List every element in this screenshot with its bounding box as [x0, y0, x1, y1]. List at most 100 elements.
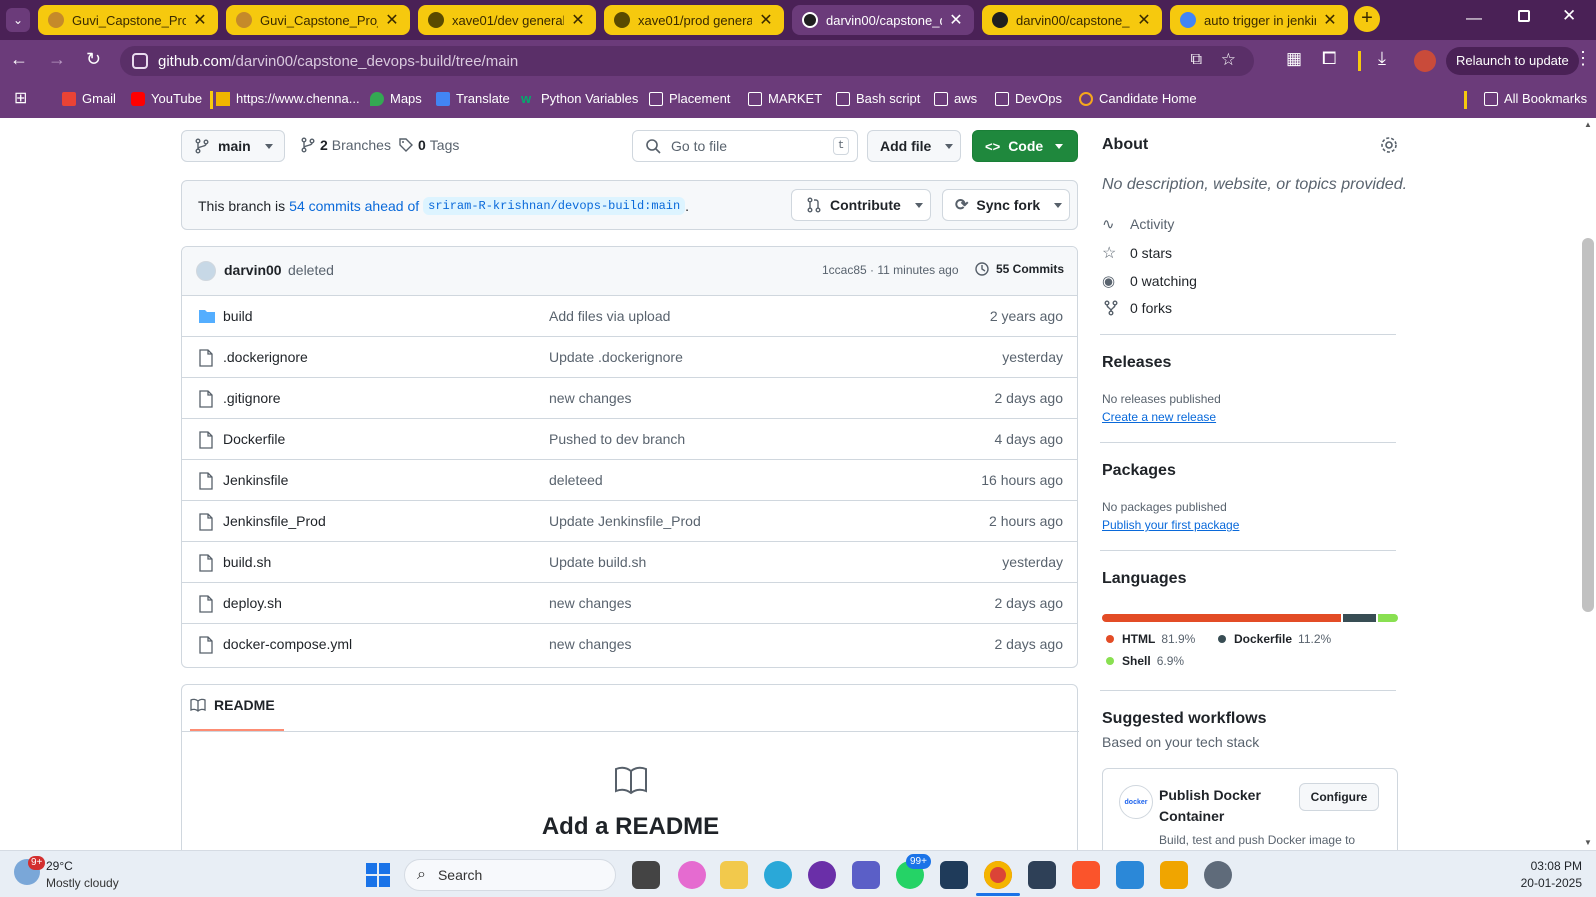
bookmark-gmail[interactable]: Gmail	[62, 91, 116, 106]
releases-title[interactable]: Releases	[1102, 354, 1171, 372]
bookmark-candidate-home[interactable]: Candidate Home	[1079, 91, 1197, 106]
commit-message-link[interactable]: Update build.sh	[549, 554, 646, 570]
language-item[interactable]: Shell 6.9%	[1106, 654, 1184, 668]
restore-button[interactable]	[1518, 10, 1530, 22]
commits-history-link[interactable]: 55 Commits	[974, 261, 1064, 277]
tab-search-button[interactable]: ⌄	[6, 8, 30, 32]
copilot-icon[interactable]	[678, 861, 706, 889]
file-name-link[interactable]: build.sh	[223, 554, 271, 570]
tab-github-active[interactable]: darvin00/capstone_dev ✕	[792, 5, 974, 35]
ahead-commits-link[interactable]: 54 commits ahead of	[289, 198, 419, 214]
network-tool-icon[interactable]	[1028, 861, 1056, 889]
clock-date[interactable]: 20-01-2025	[1500, 876, 1582, 890]
scroll-down-icon[interactable]: ▼	[1584, 838, 1592, 847]
bookmark-folder-bash[interactable]: Bash script	[836, 91, 920, 106]
brave-icon[interactable]	[1072, 861, 1100, 889]
table-row[interactable]: build Add files via upload 2 years ago	[182, 296, 1077, 336]
table-row[interactable]: Jenkinsfile deleteed 16 hours ago	[182, 460, 1077, 500]
forward-arrow-icon[interactable]: →	[48, 49, 66, 70]
notepad-icon[interactable]	[1116, 861, 1144, 889]
back-arrow-icon[interactable]: ←	[10, 49, 28, 70]
close-icon[interactable]: ✕	[570, 10, 586, 30]
file-explorer-icon[interactable]	[720, 861, 748, 889]
watching-link[interactable]: ◉ 0 watching	[1102, 272, 1197, 290]
commit-message-link[interactable]: deleteed	[549, 472, 603, 488]
go-to-file-input[interactable]: Go to file t	[632, 130, 858, 162]
language-item[interactable]: Dockerfile 11.2%	[1218, 632, 1331, 646]
close-icon[interactable]: ✕	[384, 10, 400, 30]
minimize-button[interactable]: —	[1466, 10, 1482, 28]
avatar[interactable]	[196, 261, 216, 281]
bookmark-youtube[interactable]: YouTube	[131, 91, 202, 106]
publish-package-link[interactable]: Publish your first package	[1102, 518, 1239, 532]
close-icon[interactable]: ✕	[948, 10, 964, 30]
settings-gear-icon[interactable]	[1204, 861, 1232, 889]
apps-grid-icon[interactable]: ⊞	[14, 88, 27, 108]
install-app-icon[interactable]: ⧉	[1191, 51, 1202, 69]
commit-message-link[interactable]: deleted	[288, 262, 334, 278]
table-row[interactable]: deploy.sh new changes 2 days ago	[182, 583, 1077, 623]
file-name-link[interactable]: Jenkinsfile_Prod	[223, 513, 326, 529]
bookmark-folder-aws[interactable]: aws	[934, 91, 977, 106]
scrollbar-thumb[interactable]	[1582, 238, 1594, 612]
relaunch-button[interactable]: Relaunch to update	[1446, 47, 1579, 75]
clock-time[interactable]: 03:08 PM	[1500, 859, 1582, 873]
file-name-link[interactable]: Jenkinsfile	[223, 472, 288, 488]
close-icon[interactable]: ✕	[1322, 10, 1338, 30]
close-icon[interactable]: ✕	[1136, 10, 1152, 30]
file-name-link[interactable]: deploy.sh	[223, 595, 282, 611]
bookmark-folder-placement[interactable]: Placement	[649, 91, 730, 106]
add-file-button[interactable]: Add file	[867, 130, 961, 162]
task-view-icon[interactable]	[632, 861, 660, 889]
commit-author-link[interactable]: darvin00	[224, 262, 282, 278]
site-info-icon[interactable]	[132, 53, 148, 69]
chrome-icon[interactable]	[984, 861, 1012, 889]
kebab-menu-icon[interactable]: ⋮	[1574, 48, 1592, 69]
windows-start-icon[interactable]	[364, 861, 392, 889]
stars-link[interactable]: ☆ 0 stars	[1102, 243, 1172, 263]
close-icon[interactable]: ✕	[758, 10, 774, 30]
bookmark-translate[interactable]: Translate	[436, 91, 510, 106]
tags-link[interactable]: 0 Tags	[398, 137, 459, 153]
address-bar[interactable]: github.com/darvin00/capstone_devops-buil…	[120, 46, 1254, 76]
close-icon[interactable]: ✕	[192, 10, 208, 30]
activity-link[interactable]: ∿ Activity	[1102, 215, 1174, 233]
new-tab-button[interactable]: +	[1354, 6, 1380, 32]
bookmark-star-icon[interactable]: ☆	[1221, 50, 1236, 70]
file-name-link[interactable]: .dockerignore	[223, 349, 308, 365]
table-row[interactable]: docker-compose.yml new changes 2 days ago	[182, 624, 1077, 664]
configure-button[interactable]: Configure	[1299, 783, 1379, 811]
branch-selector[interactable]: main	[181, 130, 285, 162]
bookmark-folder-devops[interactable]: DevOps	[995, 91, 1062, 106]
commit-message-link[interactable]: new changes	[549, 595, 632, 611]
all-bookmarks[interactable]: All Bookmarks	[1484, 91, 1587, 106]
file-name-link[interactable]: Dockerfile	[223, 431, 285, 447]
file-name-link[interactable]: .gitignore	[223, 390, 281, 406]
bookmark-folder-market[interactable]: MARKET	[748, 91, 822, 106]
commit-message-link[interactable]: Update Jenkinsfile_Prod	[549, 513, 701, 529]
table-row[interactable]: .gitignore new changes 2 days ago	[182, 378, 1077, 418]
commit-message-link[interactable]: Pushed to dev branch	[549, 431, 685, 447]
sublime-icon[interactable]	[1160, 861, 1188, 889]
sync-fork-button[interactable]: ⟳ Sync fork	[942, 189, 1070, 221]
table-row[interactable]: build.sh Update build.sh yesterday	[182, 542, 1077, 582]
tab-google-search[interactable]: auto trigger in jenkins ✕	[1170, 5, 1348, 35]
packages-title[interactable]: Packages	[1102, 462, 1176, 480]
gear-icon[interactable]	[1380, 136, 1398, 154]
forks-link[interactable]: 0 forks	[1102, 300, 1172, 316]
readme-tab[interactable]: README	[190, 697, 275, 713]
download-icon[interactable]: ⤓	[1378, 48, 1386, 69]
contribute-button[interactable]: Contribute	[791, 189, 931, 221]
commit-hash-time[interactable]: 1ccac85 · 11 minutes ago	[822, 263, 959, 277]
profile-avatar[interactable]	[1414, 50, 1436, 72]
edge-icon[interactable]	[764, 861, 792, 889]
bookmark-chennai[interactable]: https://www.chenna...	[216, 91, 360, 106]
commit-message-link[interactable]: new changes	[549, 390, 632, 406]
upstream-branch-label[interactable]: sriram-R-krishnan/devops-build:main	[423, 197, 686, 215]
file-name-link[interactable]: docker-compose.yml	[223, 636, 352, 652]
taskbar-search-box[interactable]: ⌕ Search	[404, 859, 616, 891]
file-name-link[interactable]: build	[223, 308, 253, 324]
branches-link[interactable]: 2 Branches	[300, 137, 391, 153]
github-desktop-icon[interactable]	[808, 861, 836, 889]
virtualbox-icon[interactable]	[940, 861, 968, 889]
